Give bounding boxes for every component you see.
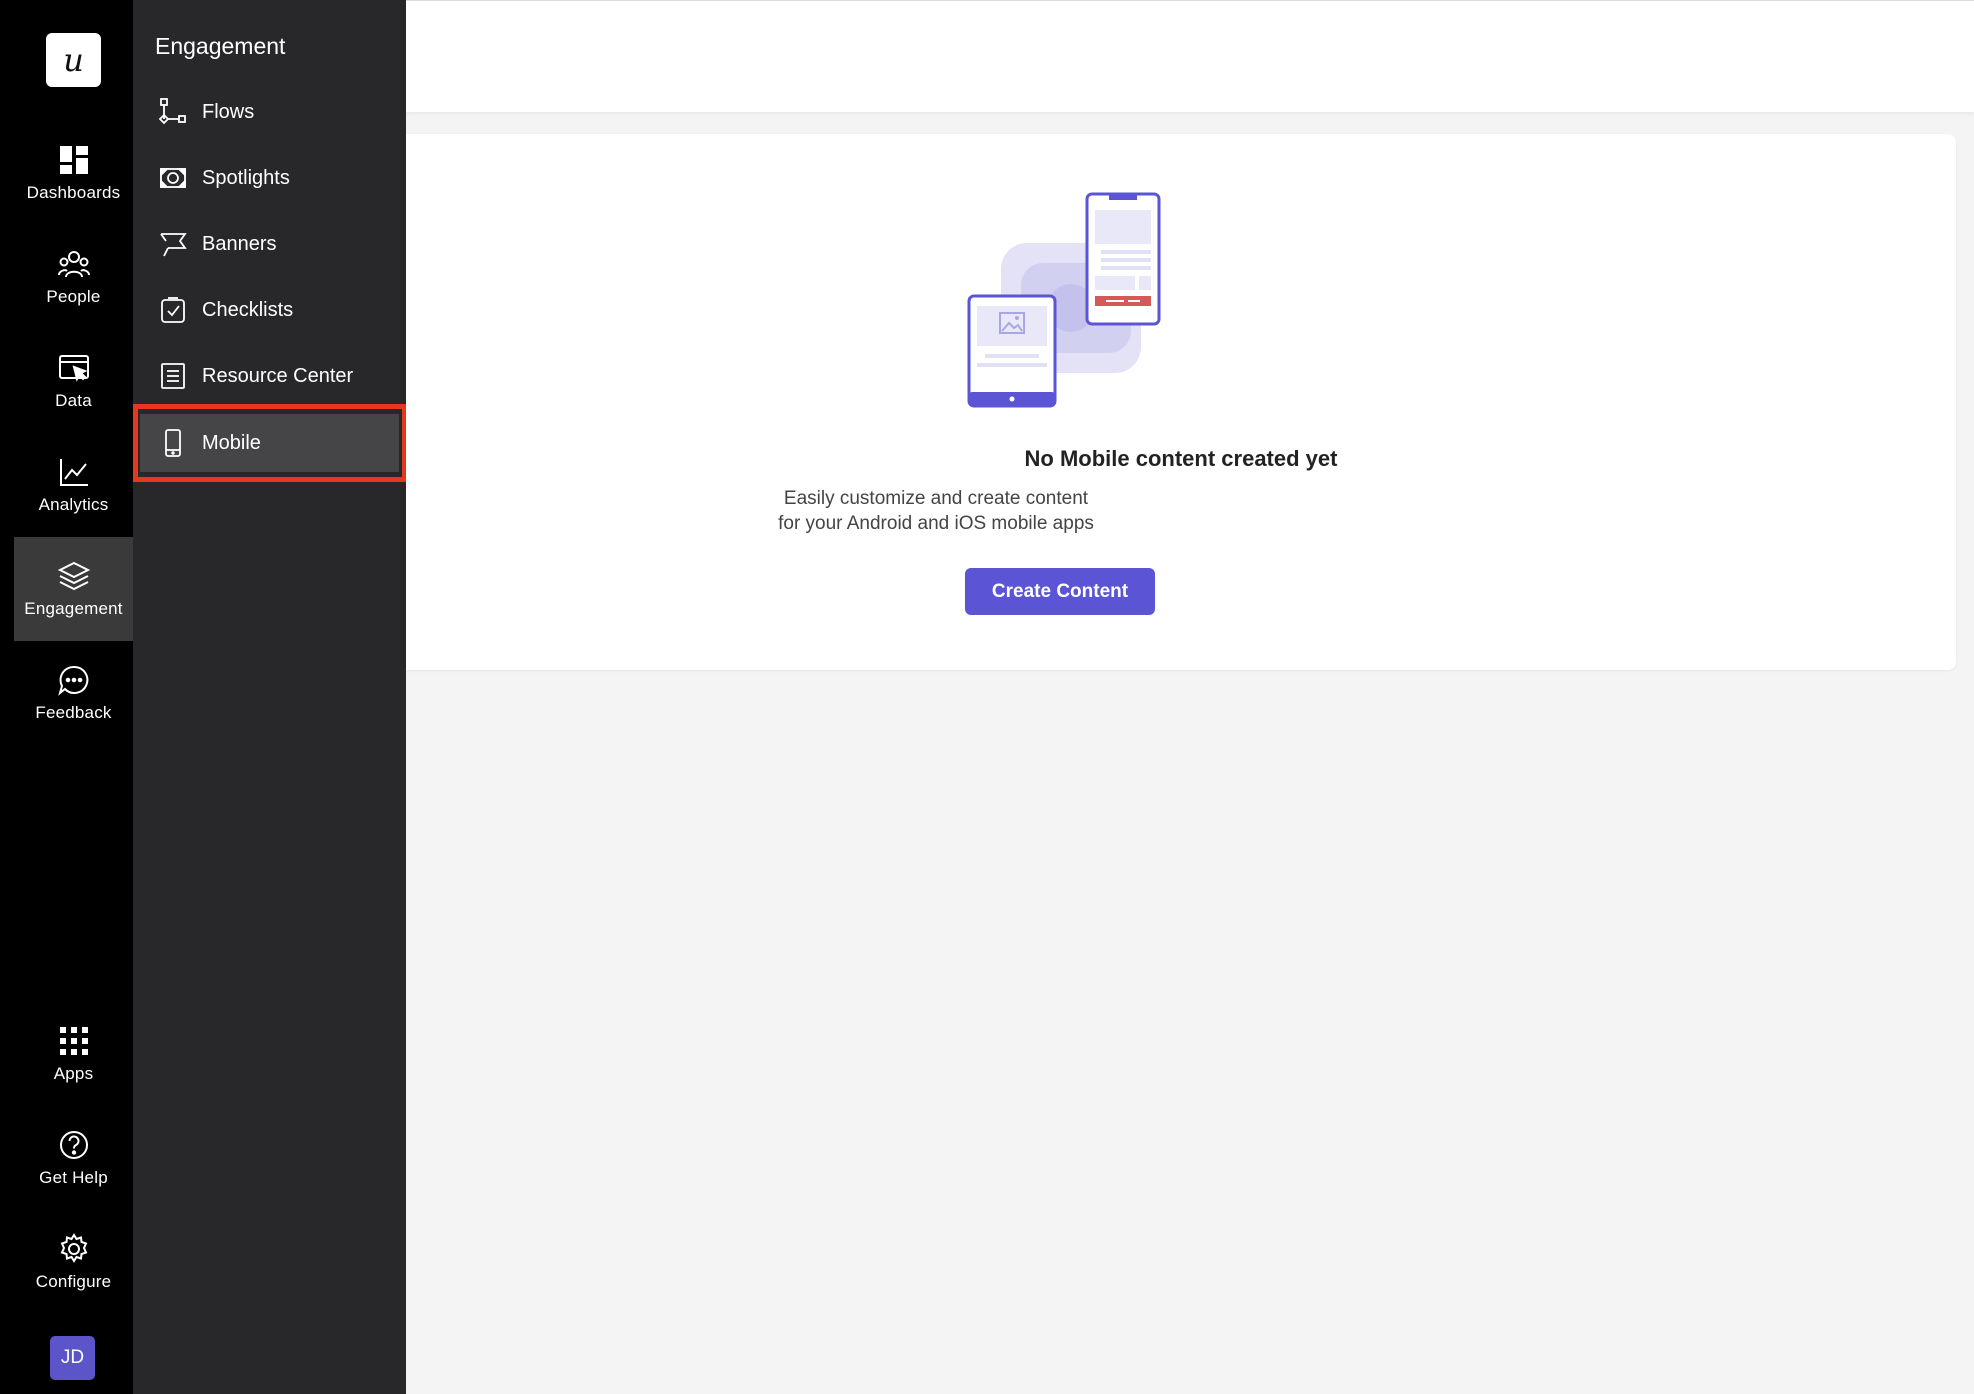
panel-item-label: Banners	[202, 232, 277, 255]
primary-rail: u Dashboards People Data Analytics Engag…	[0, 0, 133, 1394]
rail-item-people[interactable]: People	[14, 225, 133, 329]
rail-item-configure[interactable]: Configure	[14, 1210, 133, 1314]
rail-item-label: Get Help	[39, 1168, 108, 1187]
checklist-icon	[161, 297, 185, 323]
mobile-icon	[165, 429, 181, 457]
analytics-icon	[59, 459, 88, 486]
rail-item-label: Feedback	[35, 703, 112, 722]
empty-state-title: No Mobile content created yet	[1024, 446, 1338, 471]
data-icon	[58, 355, 89, 382]
engagement-panel: Engagement Flows Spotlights Banners Chec…	[133, 0, 406, 1394]
rail-item-label: Analytics	[38, 495, 109, 514]
panel-item-label: Spotlights	[202, 166, 290, 189]
panel-item-checklists[interactable]: Checklists	[140, 281, 399, 339]
gear-icon	[60, 1233, 87, 1263]
apps-grid-icon	[59, 1027, 88, 1055]
people-icon	[57, 251, 90, 278]
layers-icon	[57, 561, 90, 591]
flows-icon	[158, 98, 186, 125]
panel-title: Engagement	[155, 33, 286, 59]
help-icon	[59, 1131, 88, 1159]
panel-item-spotlights[interactable]: Spotlights	[140, 149, 399, 207]
rail-item-label: Engagement	[24, 599, 123, 618]
rail-item-feedback[interactable]: Feedback	[14, 641, 133, 745]
panel-item-mobile[interactable]: Mobile	[140, 414, 399, 472]
panel-item-label: Checklists	[202, 298, 294, 321]
dashboard-icon	[59, 146, 88, 174]
create-content-button[interactable]: Create Content	[965, 568, 1155, 615]
banner-flag-icon	[160, 233, 187, 257]
rail-item-label: People	[46, 287, 101, 306]
empty-state-description: Easily customize and create content for …	[778, 488, 1094, 534]
mobile-devices-illustration	[967, 192, 1161, 408]
panel-item-label: Flows	[202, 100, 255, 123]
panel-item-resource-center[interactable]: Resource Center	[140, 347, 399, 405]
rail-item-label: Dashboards	[26, 183, 121, 202]
rail-item-engagement[interactable]: Engagement	[14, 537, 133, 641]
rail-item-analytics[interactable]: Analytics	[14, 433, 133, 537]
top-bar	[406, 0, 1974, 112]
panel-item-banners[interactable]: Banners	[140, 215, 399, 273]
rail-item-data[interactable]: Data	[14, 329, 133, 433]
chat-icon	[57, 665, 88, 696]
rail-item-label: Data	[55, 391, 92, 410]
resource-center-icon	[161, 363, 185, 389]
rail-item-apps[interactable]: Apps	[14, 1002, 133, 1106]
rail-item-label: Apps	[53, 1064, 94, 1083]
rail-item-label: Configure	[35, 1272, 112, 1291]
app-logo[interactable]: u	[46, 33, 101, 87]
panel-item-flows[interactable]: Flows	[140, 83, 399, 141]
rail-item-get-help[interactable]: Get Help	[14, 1106, 133, 1210]
spotlight-icon	[160, 168, 186, 188]
panel-item-label: Mobile	[202, 431, 261, 454]
panel-item-label: Resource Center	[202, 364, 354, 387]
user-avatar[interactable]: JD	[50, 1336, 95, 1380]
empty-state-card: No Mobile content created yet Easily cus…	[406, 134, 1956, 670]
rail-item-dashboards[interactable]: Dashboards	[14, 121, 133, 225]
